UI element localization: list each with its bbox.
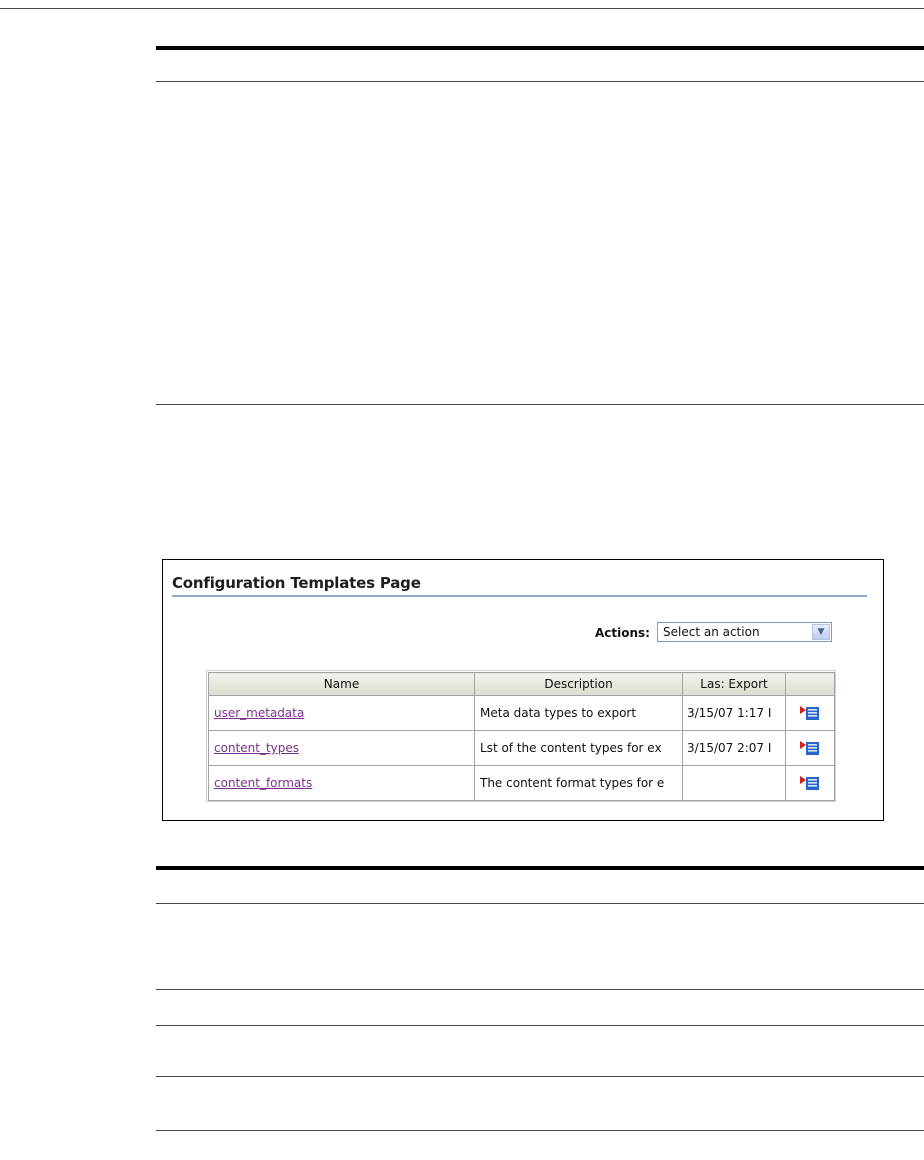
table-header-divider xyxy=(156,81,924,82)
column-header-description[interactable]: Description xyxy=(474,672,683,696)
top-header-rule xyxy=(0,8,924,9)
row-divider-2 xyxy=(156,1025,924,1026)
table-row: user_metadata Meta data types to export … xyxy=(208,695,835,731)
cell-export-action xyxy=(785,730,835,766)
chevron-down-icon[interactable]: ▼ xyxy=(812,624,830,640)
cell-name: user_metadata xyxy=(208,695,475,731)
table-header-row: Name Description Las: Export xyxy=(208,672,835,696)
templates-table: Name Description Las: Export user_metada… xyxy=(208,672,835,801)
cell-export-action xyxy=(785,695,835,731)
cell-last-export xyxy=(682,765,786,801)
table-bottom-rule xyxy=(156,404,924,405)
template-link[interactable]: content_formats xyxy=(214,776,312,790)
title-underline xyxy=(172,595,867,597)
cell-description: Lst of the content types for ex xyxy=(474,730,683,766)
page-title: Configuration Templates Page xyxy=(172,574,421,592)
second-table-bottom-rule xyxy=(156,1130,924,1131)
template-link[interactable]: user_metadata xyxy=(214,706,304,720)
second-table-top-rule xyxy=(156,866,924,870)
actions-select-value: Select an action xyxy=(663,625,760,639)
table-top-rule xyxy=(156,46,924,50)
cell-export-action xyxy=(785,765,835,801)
table-row: content_types Lst of the content types f… xyxy=(208,730,835,766)
cell-description: The content format types for e xyxy=(474,765,683,801)
column-header-actions xyxy=(785,672,835,696)
second-table-header-divider xyxy=(156,903,924,904)
configuration-templates-screenshot: Configuration Templates Page Actions: Se… xyxy=(162,559,884,821)
cell-name: content_formats xyxy=(208,765,475,801)
row-divider-3 xyxy=(156,1076,924,1077)
actions-select[interactable]: Select an action ▼ xyxy=(657,622,832,642)
column-header-last-export[interactable]: Las: Export xyxy=(682,672,786,696)
actions-label: Actions: xyxy=(595,626,650,640)
cell-last-export: 3/15/07 2:07 I xyxy=(682,730,786,766)
column-header-name[interactable]: Name xyxy=(208,672,475,696)
cell-description: Meta data types to export xyxy=(474,695,683,731)
export-icon[interactable] xyxy=(800,775,820,791)
cell-name: content_types xyxy=(208,730,475,766)
row-divider-1 xyxy=(156,989,924,990)
export-icon[interactable] xyxy=(800,740,820,756)
export-icon[interactable] xyxy=(800,705,820,721)
table-row: content_formats The content format types… xyxy=(208,765,835,801)
cell-last-export: 3/15/07 1:17 I xyxy=(682,695,786,731)
template-link[interactable]: content_types xyxy=(214,741,299,755)
